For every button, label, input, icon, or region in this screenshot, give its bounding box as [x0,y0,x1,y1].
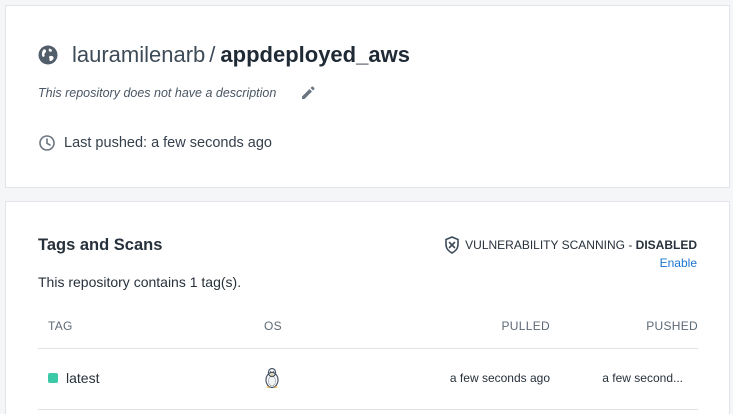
tags-and-scans-card: Tags and Scans VULNERABILITY SCANNING - … [5,201,730,414]
pencil-icon[interactable] [300,85,316,101]
vulnerability-label: VULNERABILITY SCANNING [465,238,625,252]
column-header-pushed: PUSHED [646,319,698,333]
tag-status-dot [48,373,58,383]
repository-info-card: lauramilenarb / appdeployed_aws This rep… [5,5,730,188]
pushed-time: a few second... [602,371,683,385]
tag-link[interactable]: latest [48,370,99,386]
vulnerability-scanning-status: VULNERABILITY SCANNING - DISABLED [444,236,697,254]
table-divider [38,348,698,349]
table-divider [38,409,698,410]
last-pushed-text: Last pushed: a few seconds ago [64,135,272,151]
column-header-tag: TAG [48,319,73,333]
shield-x-icon [445,236,459,254]
globe-icon [38,45,58,65]
tags-section-title: Tags and Scans [38,236,163,254]
vulnerability-status: DISABLED [635,238,697,252]
description-row: This repository does not have a descript… [38,85,316,101]
repository-name: appdeployed_aws [220,42,410,67]
column-header-pulled: PULLED [501,319,550,333]
clock-icon [39,135,55,151]
pulled-time: a few seconds ago [449,371,550,385]
linux-tux-icon [265,367,279,389]
column-header-os: OS [264,319,282,333]
tag-name[interactable]: latest [66,370,99,386]
last-pushed-row: Last pushed: a few seconds ago [38,134,272,152]
enable-scanning-link[interactable]: Enable [660,256,697,270]
tag-count-text: This repository contains 1 tag(s). [38,274,242,290]
repository-description: This repository does not have a descript… [38,86,277,100]
vulnerability-separator: - [624,238,636,252]
repository-header: lauramilenarb / appdeployed_aws [38,42,410,68]
path-separator: / [209,42,216,67]
repository-owner[interactable]: lauramilenarb [72,42,205,68]
